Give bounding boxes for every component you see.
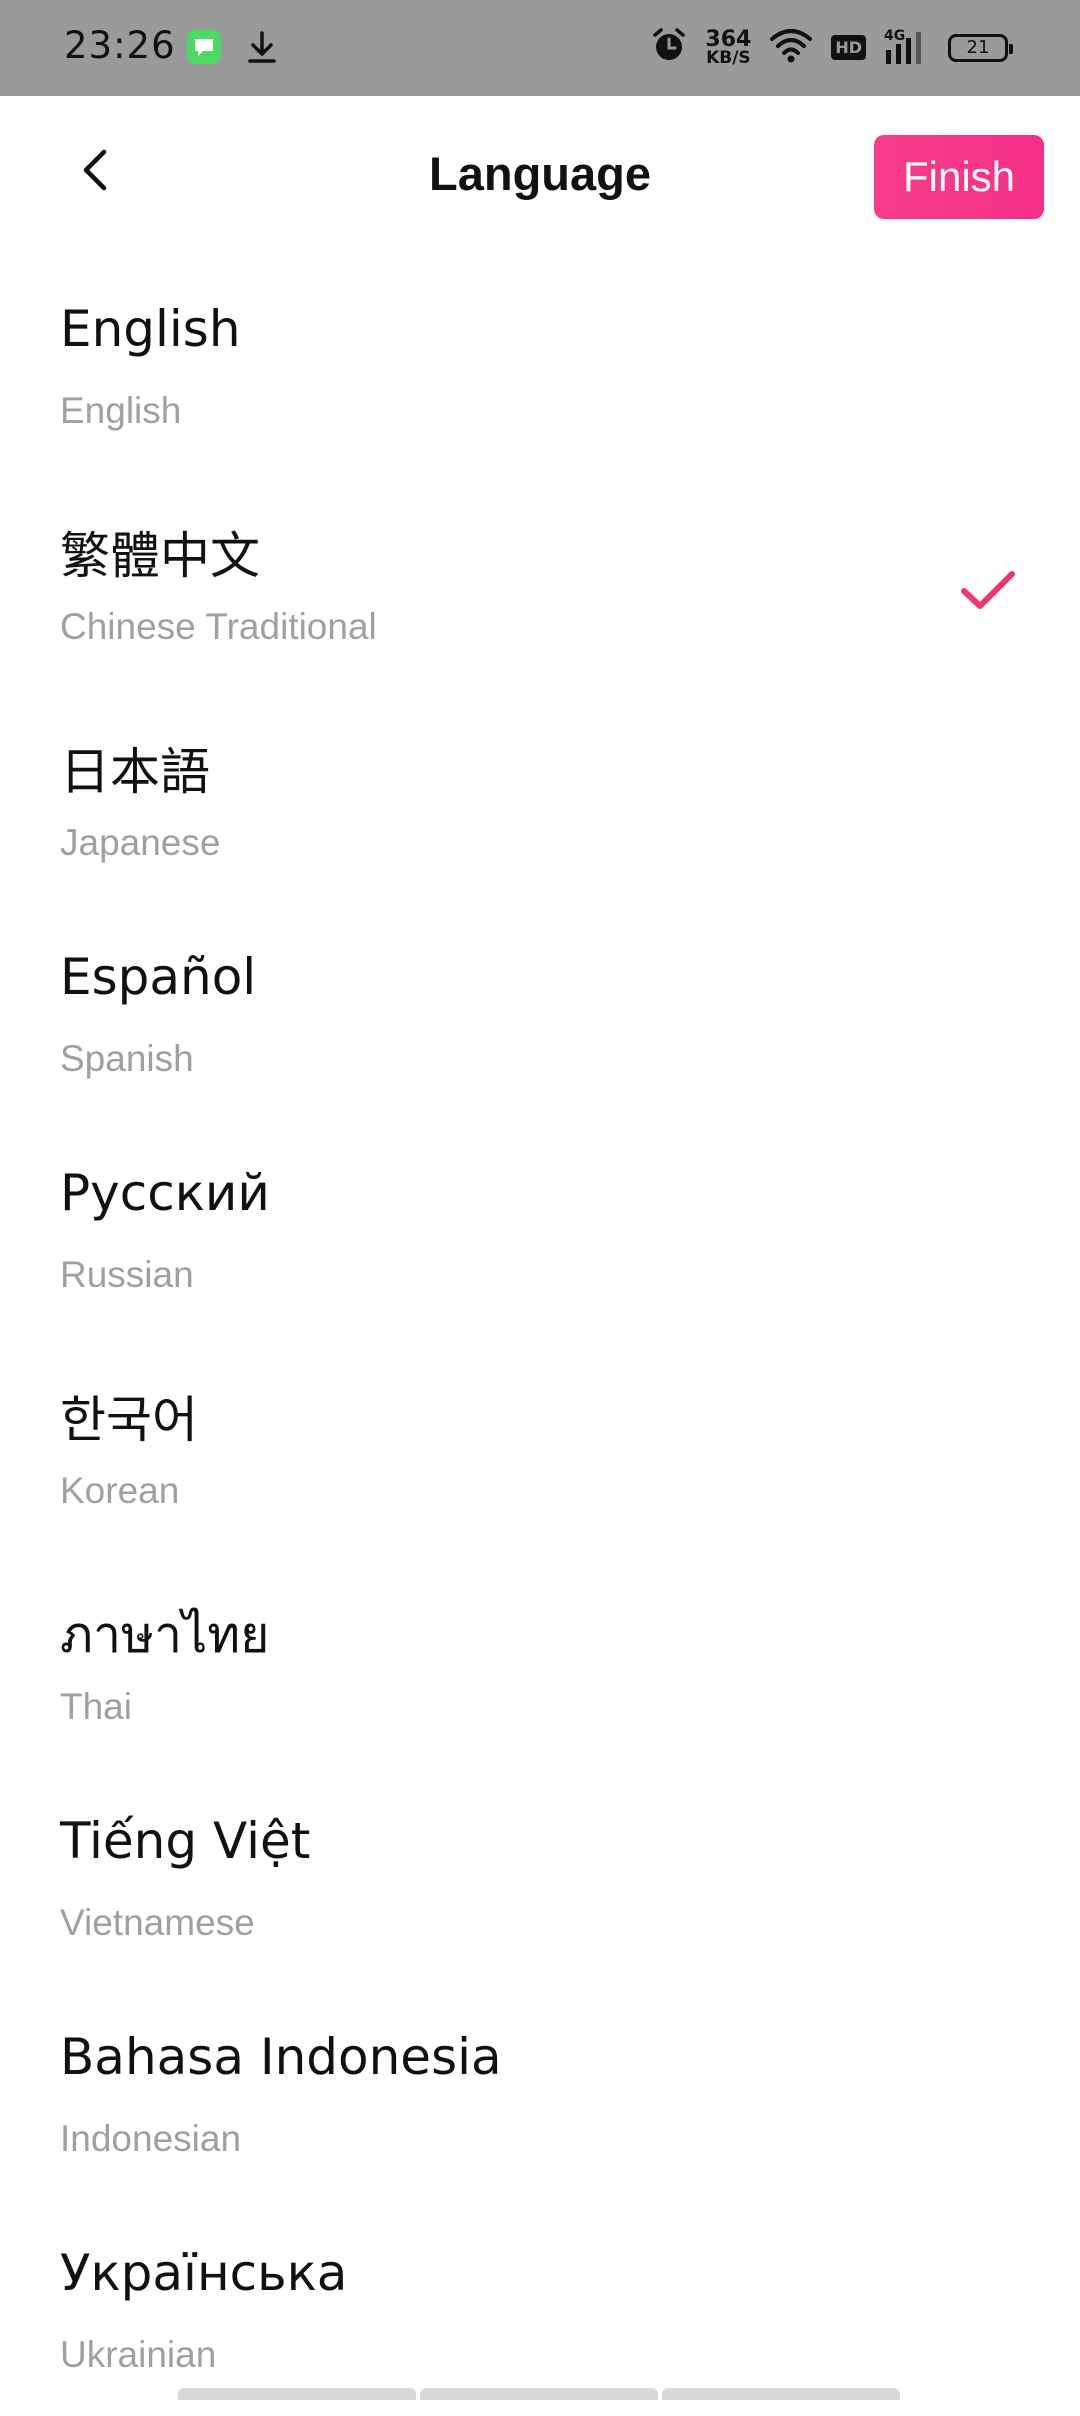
download-icon [246, 29, 278, 70]
language-english-name: Indonesian [60, 2118, 242, 2159]
language-english-name: Japanese [60, 822, 221, 863]
language-item-ukrainian[interactable]: Українська Ukrainian [0, 2200, 1080, 2416]
language-native-name: 日本語 [60, 743, 210, 801]
finish-button[interactable]: Finish [874, 135, 1044, 219]
hd-icon: HD [831, 35, 866, 60]
scroll-indicator-segment [420, 2388, 658, 2400]
language-english-name: English [60, 390, 182, 431]
network-speed-unit: KB/S [706, 47, 751, 68]
language-item-chinese-traditional[interactable]: 繁體中文 Chinese Traditional [0, 472, 1080, 688]
scroll-indicator-segment [178, 2388, 416, 2400]
language-english-name: Chinese Traditional [60, 606, 377, 647]
language-native-name: 繁體中文 [60, 527, 260, 585]
language-native-name: English [60, 300, 241, 358]
scroll-indicator-segment [662, 2388, 900, 2400]
language-english-name: Vietnamese [60, 1902, 255, 1943]
notification-icons [186, 29, 278, 70]
system-icons: 364 KB/S HD 4G 21 [651, 26, 1013, 69]
language-item-korean[interactable]: 한국어 Korean [0, 1336, 1080, 1552]
network-speed: 364 KB/S [705, 26, 752, 68]
language-native-name: Українська [60, 2244, 348, 2302]
message-app-icon [186, 29, 222, 70]
language-item-japanese[interactable]: 日本語 Japanese [0, 688, 1080, 904]
battery-level: 21 [966, 37, 990, 58]
scroll-indicator [178, 2388, 900, 2400]
checkmark-icon [961, 571, 1015, 609]
status-bar: 23:26 364 KB/S HD 4G 21 [0, 0, 1080, 96]
language-item-indonesian[interactable]: Bahasa Indonesia Indonesian [0, 1984, 1080, 2200]
status-time: 23:26 [64, 24, 176, 67]
wifi-icon [769, 27, 813, 68]
language-item-vietnamese[interactable]: Tiếng Việt Vietnamese [0, 1768, 1080, 1984]
language-item-russian[interactable]: Русский Russian [0, 1120, 1080, 1336]
language-english-name: Spanish [60, 1038, 194, 1079]
language-native-name: 한국어 [60, 1391, 198, 1449]
language-native-name: Bahasa Indonesia [60, 2028, 502, 2086]
language-native-name: Русский [60, 1164, 270, 1222]
network-speed-value: 364 [705, 26, 752, 52]
language-english-name: Korean [60, 1470, 180, 1511]
alarm-icon [651, 26, 687, 69]
language-item-english[interactable]: English English [0, 256, 1080, 472]
language-english-name: Ukrainian [60, 2334, 217, 2375]
language-item-spanish[interactable]: Español Spanish [0, 904, 1080, 1120]
language-native-name: Español [60, 948, 257, 1006]
language-list: English English 繁體中文 Chinese Traditional… [0, 256, 1080, 2416]
signal-icon: 4G [884, 28, 930, 66]
language-english-name: Thai [60, 1686, 132, 1727]
battery-icon: 21 [948, 33, 1013, 62]
language-native-name: Tiếng Việt [60, 1812, 311, 1870]
language-native-name: ภาษาไทย [60, 1606, 270, 1664]
language-english-name: Russian [60, 1254, 194, 1295]
header: Language Finish [0, 96, 1080, 256]
language-item-thai[interactable]: ภาษาไทย Thai [0, 1552, 1080, 1768]
